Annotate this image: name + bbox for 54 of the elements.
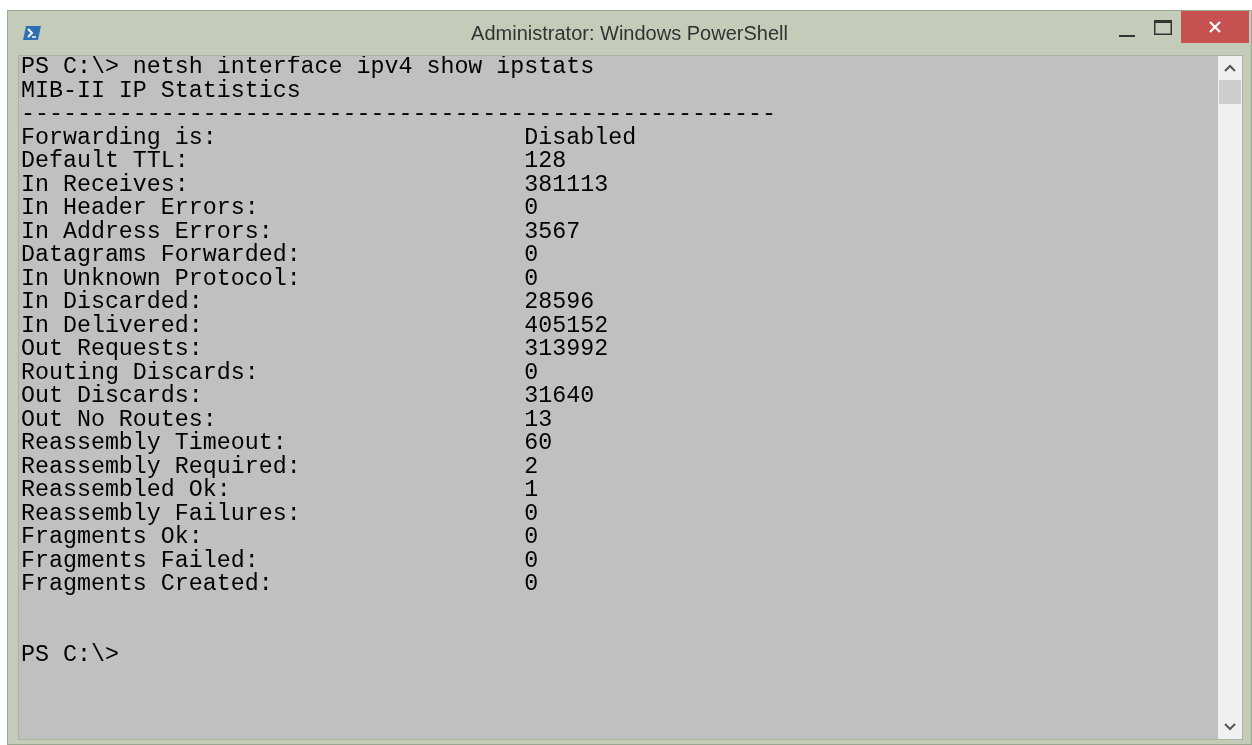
stat-value: 0	[524, 267, 539, 291]
close-icon	[1209, 21, 1221, 33]
stat-label: Out Discards:	[21, 385, 204, 409]
stat-label: Out Requests:	[21, 338, 203, 362]
vertical-scrollbar[interactable]	[1218, 56, 1242, 739]
stat-label: Fragments Failed:	[21, 549, 259, 573]
stat-label: Forwarding is:	[21, 126, 218, 150]
stat-value: 1	[524, 479, 539, 503]
stat-value: 0	[524, 549, 539, 573]
stat-value: 31640	[524, 385, 595, 409]
console-line: PS C:\>	[21, 641, 119, 668]
close-button[interactable]	[1181, 11, 1249, 43]
stat-value: 128	[524, 150, 567, 174]
powershell-icon	[23, 26, 41, 40]
stat-label: In Discarded:	[21, 291, 204, 315]
stat-label: Reassembly Timeout:	[21, 432, 287, 456]
stat-value: 0	[524, 502, 539, 526]
stat-value: Disabled	[524, 126, 637, 150]
stat-value: 0	[524, 573, 539, 597]
stat-label: In Unknown Protocol:	[21, 267, 302, 291]
console-line: MIB-II IP Statistics	[21, 77, 301, 104]
stat-value: 405152	[524, 314, 609, 338]
stat-label: Reassembled Ok:	[21, 479, 231, 503]
stat-label: Routing Discards:	[21, 361, 260, 385]
stat-label: Out No Routes:	[21, 408, 217, 432]
stat-label: In Address Errors:	[21, 220, 273, 244]
minimize-icon	[1119, 35, 1135, 37]
stat-label: Default TTL:	[21, 150, 190, 174]
stat-value: 3567	[524, 220, 581, 244]
stat-value: 0	[524, 244, 539, 268]
stat-value: 0	[524, 361, 539, 385]
chevron-up-icon	[1224, 64, 1236, 72]
scroll-thumb[interactable]	[1219, 80, 1241, 104]
console-line: PS C:\> netsh interface ipv4 show ipstats	[21, 56, 595, 80]
stat-value: 2	[524, 455, 539, 479]
stat-value: 13	[524, 408, 553, 432]
window-title: Administrator: Windows PowerShell	[471, 21, 788, 44]
stat-value: 0	[524, 526, 539, 550]
maximize-icon	[1154, 19, 1172, 35]
stat-label: In Receives:	[21, 173, 190, 197]
stat-value: 313992	[524, 338, 609, 362]
stat-label: Reassembly Required:	[21, 455, 302, 479]
stat-label: Datagrams Forwarded:	[21, 244, 302, 268]
stat-label: In Delivered:	[21, 314, 204, 338]
stat-value: 60	[524, 432, 553, 456]
stat-label: Reassembly Failures:	[21, 502, 302, 526]
chevron-down-icon	[1224, 723, 1236, 731]
stat-label: Fragments Ok:	[21, 526, 203, 550]
stat-value: 381113	[524, 173, 609, 197]
stat-value: 28596	[524, 291, 595, 315]
stat-value: 0	[524, 197, 539, 221]
stat-label: Fragments Created:	[21, 573, 274, 597]
console-line: ------------------------------------------------------	[21, 101, 776, 127]
stat-label: In Header Errors:	[21, 197, 260, 221]
